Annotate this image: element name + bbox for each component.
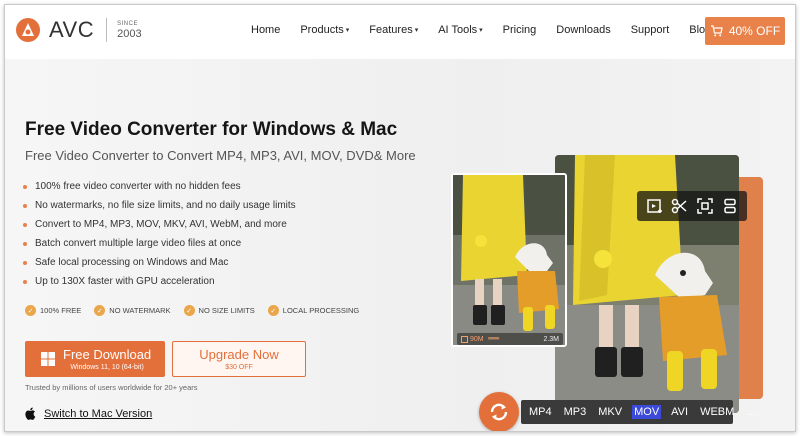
list-item: Batch convert multiple large video files… <box>23 234 296 253</box>
list-item: Up to 130X faster with GPU acceleration <box>23 272 296 291</box>
badge-label: LOCAL PROCESSING <box>282 306 360 315</box>
check-icon: ✓ <box>94 305 106 316</box>
nav-home[interactable]: Home <box>251 24 280 36</box>
switch-to-mac-link[interactable]: Switch to Mac Version <box>25 407 152 420</box>
bullet-icon <box>23 203 27 208</box>
edit-toolbar <box>637 191 747 221</box>
badge-no-watermark: ✓ NO WATERMARK <box>94 305 171 316</box>
since-year: 2003 <box>117 27 142 40</box>
preview-photo-small <box>451 173 567 347</box>
size-after: 2.3M <box>543 335 559 343</box>
nav-ai-tools[interactable]: AI Tools ▾ <box>438 24 482 36</box>
list-item: Safe local processing on Windows and Mac <box>23 253 296 272</box>
upgrade-now-button[interactable]: Upgrade Now $30 OFF <box>172 341 306 377</box>
badge-free: ✓ 100% FREE <box>25 305 81 316</box>
check-icon: ✓ <box>183 305 195 316</box>
trim-icon[interactable] <box>645 197 663 215</box>
upgrade-label: Upgrade Now <box>199 347 279 362</box>
feature-list: 100% free video converter with no hidden… <box>23 177 296 291</box>
page-title: Free Video Converter for Windows & Mac <box>25 119 398 140</box>
format-selector: MP4 MP3 MKV MOV AVI WEBM ... <box>521 400 755 424</box>
compress-icon <box>461 335 468 343</box>
avc-logo-icon <box>16 18 40 42</box>
cut-icon[interactable] <box>670 197 688 215</box>
promo-label: 40% OFF <box>728 24 781 38</box>
format-more[interactable]: ... <box>744 405 757 419</box>
format-mp3[interactable]: MP3 <box>562 405 589 419</box>
nav-home-label: Home <box>251 24 281 36</box>
feature-text: Up to 130X faster with GPU acceleration <box>35 276 215 287</box>
badge-local-processing: ✓ LOCAL PROCESSING <box>267 305 360 316</box>
size-arrows: ››››››››››› <box>487 336 500 342</box>
convert-button[interactable] <box>479 392 519 431</box>
download-label: Free Download <box>63 347 152 362</box>
nav-downloads-label: Downloads <box>556 24 611 36</box>
format-avi[interactable]: AVI <box>669 405 690 419</box>
page-subtitle: Free Video Converter to Convert MP4, MP3… <box>25 148 416 163</box>
badge-row: ✓ 100% FREE ✓ NO WATERMARK ✓ NO SIZE LIMITS… <box>25 305 372 316</box>
free-download-button[interactable]: Free Download Windows 11, 10 (64-bit) <box>25 341 165 377</box>
since-label: SINCE <box>117 20 138 27</box>
badge-no-size-limits: ✓ NO SIZE LIMITS <box>183 305 255 316</box>
cart-icon <box>710 25 723 37</box>
main-nav: Home Products ▾ Features ▾ AI Tools ▾ Prici… <box>251 24 731 36</box>
apple-icon <box>25 407 36 420</box>
nav-pricing-label: Pricing <box>502 24 537 36</box>
nav-products[interactable]: Products ▾ <box>300 24 349 36</box>
bullet-icon <box>23 241 27 246</box>
upgrade-sublabel: $30 OFF <box>225 364 253 371</box>
bullet-icon <box>23 279 27 284</box>
chevron-down-icon: ▾ <box>345 27 350 34</box>
refresh-icon <box>490 403 508 421</box>
format-mkv[interactable]: MKV <box>596 405 624 419</box>
crop-icon[interactable] <box>696 197 714 215</box>
format-mp4[interactable]: MP4 <box>527 405 554 419</box>
logo-divider <box>106 18 108 42</box>
merge-icon[interactable] <box>721 197 739 215</box>
compression-indicator: 90M ››››››››››› 2.3M <box>457 333 563 345</box>
mac-link-label: Switch to Mac Version <box>44 407 153 420</box>
check-icon: ✓ <box>25 305 36 316</box>
feature-text: Safe local processing on Windows and Mac <box>35 257 229 268</box>
bullet-icon <box>23 260 27 265</box>
badge-label: NO SIZE LIMITS <box>198 306 255 315</box>
bullet-icon <box>23 222 27 227</box>
format-webm[interactable]: WEBM <box>698 405 736 419</box>
girl-and-dog-thumbnail <box>453 175 565 345</box>
list-item: 100% free video converter with no hidden… <box>23 177 296 196</box>
nav-pricing[interactable]: Pricing <box>503 24 537 36</box>
chevron-down-icon: ▾ <box>479 27 483 34</box>
nav-features[interactable]: Features ▾ <box>369 24 418 36</box>
feature-text: Batch convert multiple large video files… <box>35 238 242 249</box>
browser-frame: AVC SINCE 2003 Home Products ▾ Features ▾ … <box>4 4 796 432</box>
nav-products-label: Products <box>300 24 344 36</box>
promo-button[interactable]: 40% OFF <box>705 17 785 45</box>
logo-text: AVC <box>49 17 95 42</box>
nav-downloads[interactable]: Downloads <box>556 24 610 36</box>
since-block: SINCE 2003 <box>117 21 141 40</box>
chevron-down-icon: ▾ <box>414 27 419 34</box>
nav-support[interactable]: Support <box>631 24 670 36</box>
check-icon: ✓ <box>267 305 279 316</box>
logo[interactable]: AVC SINCE 2003 <box>15 17 142 43</box>
feature-text: No watermarks, no file size limits, and … <box>35 200 296 211</box>
site-header: AVC SINCE 2003 Home Products ▾ Features ▾ … <box>5 5 795 59</box>
download-text: Free Download Windows 11, 10 (64-bit) <box>63 347 151 371</box>
badge-label: 100% FREE <box>40 306 82 315</box>
feature-text: Convert to MP4, MP3, MOV, MKV, AVI, WebM… <box>35 219 287 230</box>
size-before: 90M <box>470 335 484 343</box>
trusted-text: Trusted by millions of users worldwide f… <box>25 383 198 392</box>
list-item: No watermarks, no file size limits, and … <box>23 196 296 215</box>
badge-label: NO WATERMARK <box>109 306 171 315</box>
list-item: Convert to MP4, MP3, MOV, MKV, AVI, WebM… <box>23 215 296 234</box>
feature-text: 100% free video converter with no hidden… <box>35 181 241 192</box>
windows-icon <box>41 352 55 366</box>
nav-features-label: Features <box>369 24 413 36</box>
format-mov[interactable]: MOV <box>632 405 662 419</box>
download-sublabel: Windows 11, 10 (64-bit) <box>70 364 144 371</box>
bullet-icon <box>23 184 27 189</box>
nav-ai-tools-label: AI Tools <box>438 24 478 36</box>
nav-support-label: Support <box>630 24 670 36</box>
